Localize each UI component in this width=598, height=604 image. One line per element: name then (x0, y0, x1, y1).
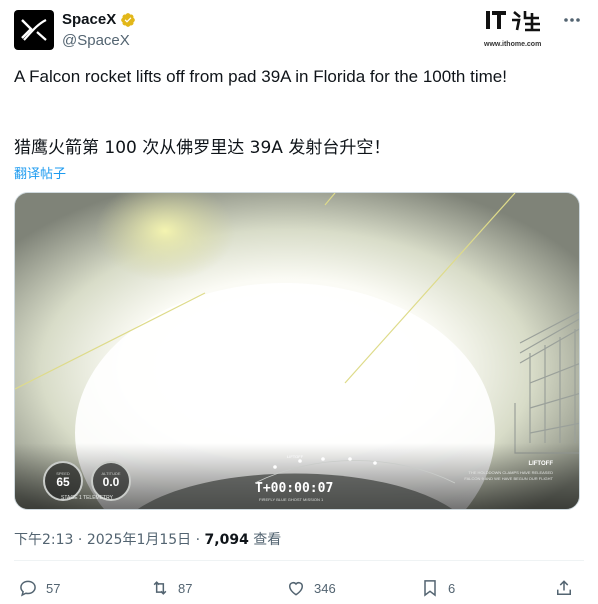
meta-separator: · (77, 532, 83, 548)
bookmark-count: 6 (448, 580, 456, 596)
reply-count: 57 (46, 580, 61, 596)
meta-separator-2: · (195, 532, 201, 548)
post-date[interactable]: 2025年1月15日 (87, 532, 191, 548)
event-status-title: LIFTOFF (528, 461, 553, 467)
share-button[interactable] (554, 576, 574, 600)
author-name-row[interactable]: SpaceX (62, 11, 136, 28)
reply-icon (20, 580, 36, 597)
stage-telemetry-label: STAGE 1 TELEMETRY (61, 495, 113, 501)
bookmark-icon (424, 580, 436, 597)
divider (14, 560, 584, 561)
altitude-value: 0.0 (102, 475, 120, 489)
repost-count: 87 (178, 580, 193, 596)
views-count: 7,094 (204, 532, 249, 548)
author-display-name[interactable]: SpaceX (62, 11, 116, 28)
like-button[interactable]: 346 (286, 576, 336, 600)
tweet-meta: 下午2:13 · 2025年1月15日 · 7,094 查看 (14, 529, 281, 549)
ithome-logo (486, 11, 540, 32)
verified-badge-icon[interactable] (120, 12, 136, 28)
tweet-text-zh: 猎鹰火箭第 100 次从佛罗里达 39A 发射台升空！ (14, 138, 391, 158)
share-icon (557, 580, 571, 595)
tweet-text: A Falcon rocket lifts off from pad 39A i… (14, 67, 507, 86)
mission-name: FIREFLY BLUE GHOST MISSION 1 (259, 497, 324, 502)
tweet-media-video[interactable]: SPEED 65 ALTITUDE 0.0 STAGE 1 TELEMETRY … (14, 192, 580, 510)
author-handle[interactable]: @SpaceX (62, 32, 130, 49)
heart-icon (289, 582, 303, 596)
avatar[interactable] (14, 10, 54, 50)
spacex-x-logo (21, 19, 47, 41)
repost-button[interactable]: 87 (150, 576, 192, 600)
reply-button[interactable]: 57 (18, 576, 60, 600)
ithome-watermark: www.ithome.com (484, 8, 552, 48)
action-bar: 57 87 346 6 (14, 576, 584, 600)
translate-post-link[interactable]: 翻译帖子 (14, 163, 66, 182)
timeline-track (255, 457, 455, 484)
event-status-line1: THE HOLDDOWN CLAMPS HAVE RELEASED (468, 470, 553, 475)
speed-value: 65 (56, 475, 70, 489)
event-status-line2: FALCON 9 AND WE HAVE BEGUN OUR FLIGHT (464, 476, 553, 481)
ithome-url: www.ithome.com (484, 41, 542, 48)
views-label: 查看 (253, 532, 282, 548)
repost-icon (153, 581, 167, 595)
like-count: 346 (314, 580, 336, 596)
bookmark-button[interactable]: 6 (420, 576, 455, 600)
more-horizontal-icon[interactable] (562, 12, 582, 28)
post-time[interactable]: 下午2:13 (14, 532, 73, 548)
